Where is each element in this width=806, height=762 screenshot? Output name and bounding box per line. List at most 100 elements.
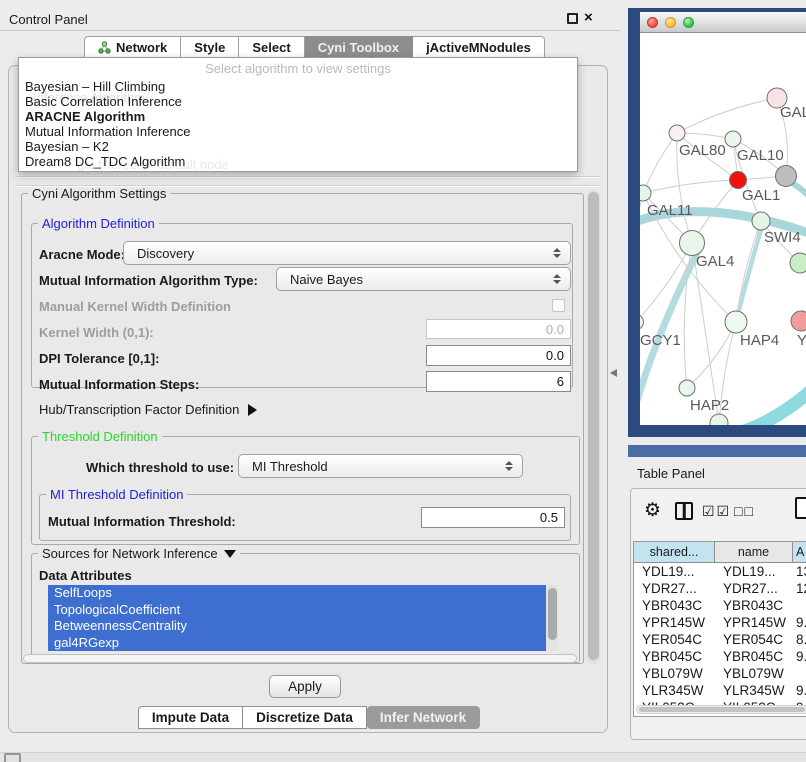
dpi-tolerance-field[interactable] (426, 345, 571, 366)
network-edge (643, 180, 738, 193)
float-window-icon[interactable] (567, 13, 578, 24)
tab-network[interactable]: Network (84, 36, 181, 59)
network-node-hap-bottom[interactable] (710, 414, 728, 425)
tab-style[interactable]: Style (181, 36, 239, 59)
mi-type-select[interactable]: Naive Bayes (276, 267, 571, 291)
algorithm-option[interactable]: Basic Correlation Inference (19, 94, 577, 109)
network-edge (640, 193, 643, 322)
table-row[interactable]: YPR145WYPR145W9. (634, 614, 806, 631)
algorithm-option[interactable]: Bayesian – K2 (19, 139, 577, 154)
network-node-gal4[interactable] (680, 231, 705, 256)
table-cell: 8. (793, 631, 806, 648)
table-row[interactable]: YDL19...YDL19...13 (634, 563, 806, 580)
column-header[interactable]: A (793, 542, 806, 563)
table-row[interactable]: YER054CYER054C8. (634, 631, 806, 648)
aracne-mode-select[interactable]: Discovery (123, 241, 571, 265)
close-icon[interactable]: × (584, 9, 593, 26)
algorithm-option[interactable]: ARACNE Algorithm (19, 109, 577, 124)
network-node-label: GAL10 (737, 147, 784, 164)
aracne-mode-label: Aracne Mode: (39, 247, 125, 262)
data-attributes-list[interactable]: SelfLoopsTopologicalCoefficientBetweenne… (48, 585, 558, 651)
table-scrollbar-thumb[interactable] (639, 707, 805, 712)
table-row[interactable]: YBR045CYBR045C9. (634, 648, 806, 665)
column-header[interactable]: shared... (634, 542, 715, 563)
tab-discretize-data[interactable]: Discretize Data (243, 706, 367, 729)
attributes-scrollbar-track[interactable] (546, 585, 558, 651)
aracne-mode-value: Discovery (137, 246, 194, 261)
document-icon[interactable] (795, 497, 806, 519)
hub-definition-label: Hub/Transcription Factor Definition (39, 402, 239, 417)
gear-icon[interactable]: ⚙ (644, 499, 661, 522)
table-horizontal-scrollbar[interactable] (636, 705, 806, 714)
window-zoom-button[interactable] (683, 17, 694, 28)
tab-infer-network[interactable]: Infer Network (367, 706, 480, 729)
network-node-gal11[interactable] (640, 185, 651, 201)
table-cell: YBR045C (715, 648, 793, 665)
tab-impute-data[interactable]: Impute Data (138, 706, 243, 729)
data-attributes-items: SelfLoopsTopologicalCoefficientBetweenne… (48, 585, 558, 651)
network-node-salmon[interactable] (791, 311, 806, 331)
combo-arrows-icon (505, 461, 513, 471)
network-node-green-right[interactable] (790, 253, 806, 273)
network-node-gal10[interactable] (725, 131, 741, 147)
attribute-item-selected[interactable]: TopologicalCoefficient (48, 602, 558, 619)
which-threshold-label: Which threshold to use: (86, 460, 234, 475)
which-threshold-select[interactable]: MI Threshold (238, 454, 523, 478)
network-node-gcy1[interactable] (640, 315, 644, 330)
table-cell: 9. (793, 648, 806, 665)
attributes-scrollbar-thumb[interactable] (548, 588, 557, 640)
hide-columns-unchecked-icon[interactable]: □□ (734, 503, 755, 519)
table-row[interactable]: YLR345WYLR345W9. (634, 682, 806, 699)
show-columns-checked-icon[interactable]: ☑☑ (702, 503, 731, 520)
table-row[interactable]: YDR27...YDR27...12 (634, 580, 806, 597)
algorithm-option[interactable]: Mutual Information Inference (19, 124, 577, 139)
network-node-hub-gray[interactable] (776, 166, 797, 187)
tab-jactivemnodules[interactable]: jActiveMNodules (413, 36, 545, 59)
settings-vertical-scrollbar[interactable] (587, 190, 600, 664)
divider (15, 176, 601, 178)
table-cell: YBR043C (634, 597, 715, 614)
network-edge-band (736, 230, 761, 322)
table-cell: YPR145W (634, 614, 715, 631)
control-panel-tabbar: NetworkStyleSelectCyni ToolboxjActiveMNo… (84, 36, 545, 59)
network-node-hap4[interactable] (725, 311, 747, 333)
kernel-width-field[interactable] (426, 319, 571, 339)
network-graph: GALGAL80GAL10GAL1GAL11SWI4GAL4GCY1HAP4YH… (640, 33, 806, 425)
expand-right-icon (248, 404, 257, 416)
hub-definition-expander[interactable]: Hub/Transcription Factor Definition (39, 402, 257, 417)
attribute-item-selected[interactable]: SelfLoops (48, 585, 558, 602)
mi-steps-field[interactable] (426, 371, 571, 392)
columns-icon[interactable] (675, 502, 693, 520)
settings-horizontal-scrollbar[interactable] (23, 654, 577, 663)
attribute-item-selected[interactable]: gal4RGexp (48, 635, 558, 652)
network-window-titlebar[interactable] (640, 12, 806, 33)
table-row[interactable]: YBL079WYBL079W (634, 665, 806, 682)
network-canvas[interactable]: GALGAL80GAL10GAL1GAL11SWI4GAL4GCY1HAP4YH… (640, 33, 806, 425)
minimized-panel-icon[interactable] (4, 753, 21, 762)
tab-select[interactable]: Select (239, 36, 304, 59)
network-node-gal1[interactable] (730, 172, 747, 189)
window-minimize-button[interactable] (665, 17, 676, 28)
table-cell: YLR345W (715, 682, 793, 699)
tab-cyni-toolbox[interactable]: Cyni Toolbox (305, 36, 413, 59)
column-header[interactable]: name (715, 542, 793, 563)
algorithm-option[interactable]: Bayesian – Hill Climbing (19, 79, 577, 94)
network-node-hap2[interactable] (679, 380, 695, 396)
table-cell: YDR27... (715, 580, 793, 597)
sources-legend[interactable]: Sources for Network Inference (38, 546, 240, 561)
table-row[interactable]: YBR043CYBR043C (634, 597, 806, 614)
attribute-item-selected[interactable]: BetweennessCentrality (48, 618, 558, 635)
network-node-swi4[interactable] (752, 212, 770, 230)
algorithm-option[interactable]: Dream8 DC_TDC Algorithm (19, 154, 577, 169)
network-node-gal80[interactable] (669, 125, 685, 141)
window-close-button[interactable] (647, 17, 658, 28)
network-node-label: HAP4 (740, 332, 779, 349)
table-cell: YPR145W (715, 614, 793, 631)
mi-threshold-field[interactable] (421, 507, 565, 528)
table-cell (793, 665, 806, 682)
network-edge (692, 243, 719, 423)
table-cell: YER054C (634, 631, 715, 648)
manual-kernel-checkbox[interactable] (552, 299, 565, 312)
apply-button[interactable]: Apply (269, 675, 341, 698)
settings-scrollbar-thumb[interactable] (588, 192, 599, 660)
